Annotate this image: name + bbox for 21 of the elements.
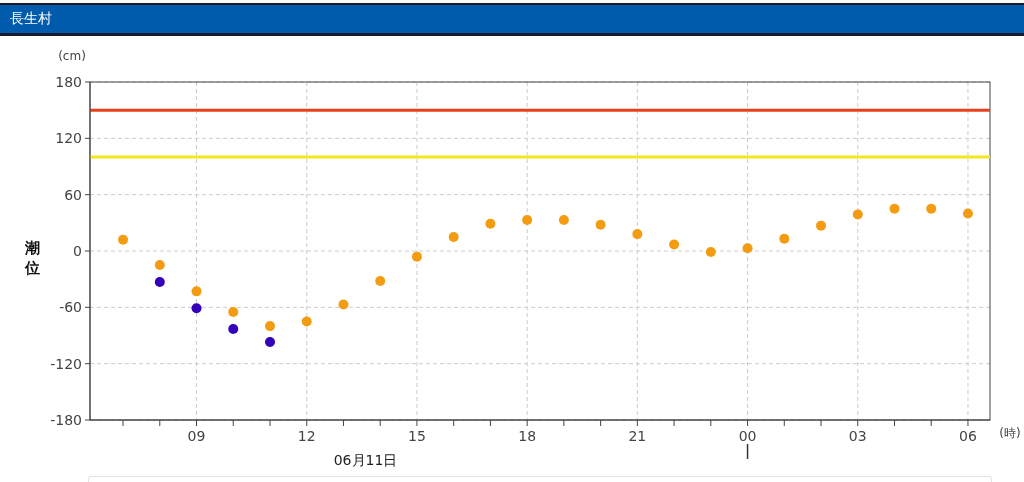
x-tick-label: 18: [518, 428, 537, 444]
y-tick-label: 120: [55, 130, 82, 147]
date-label: 06月11日: [333, 452, 398, 468]
x-tick-label: 00: [738, 428, 757, 444]
y-tick-label: 180: [55, 74, 82, 90]
x-tick-label: 12: [297, 428, 316, 444]
x-tick-label: 15: [408, 428, 426, 444]
y-tick-label: -60: [59, 299, 82, 316]
day-marker: [746, 443, 749, 460]
y-tick-label: -180: [50, 412, 82, 428]
y-unit-label: (cm): [58, 49, 86, 63]
x-unit-label: (時): [999, 426, 1021, 440]
x-tick-label: 21: [628, 428, 647, 444]
x-tick-label: 09: [187, 428, 206, 444]
y-tick-label: -120: [50, 355, 82, 372]
y-axis-title: 潮位: [24, 239, 40, 277]
y-tick-label: 60: [64, 186, 82, 203]
station-title: 長生村: [10, 10, 52, 28]
x-tick-label: 03: [848, 428, 867, 444]
x-tick-label: 06: [959, 428, 977, 444]
y-tick-label: 0: [73, 243, 82, 259]
